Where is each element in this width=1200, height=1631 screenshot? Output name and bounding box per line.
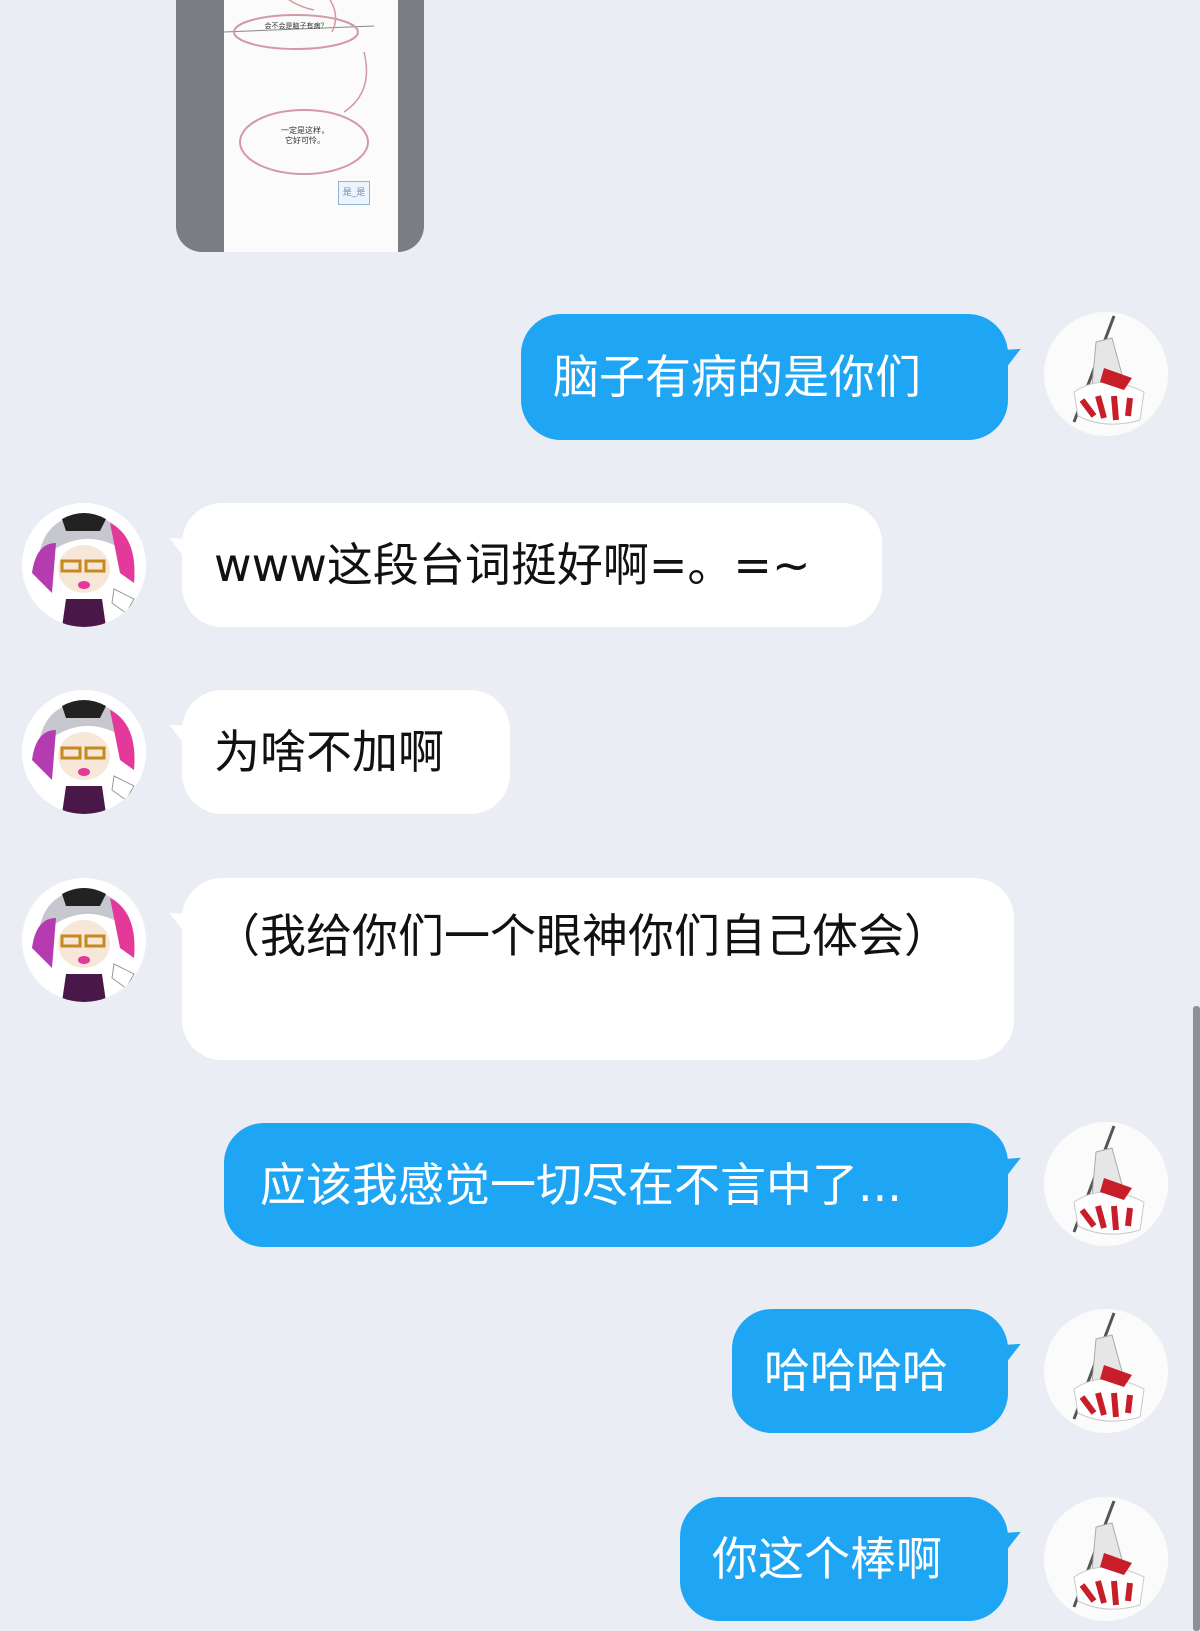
message-text: 为啥不加啊 [214,725,444,779]
self-avatar-icon [1044,1122,1168,1246]
peer-avatar[interactable] [22,690,146,814]
message-bubble-incoming[interactable]: 为啥不加啊 [182,690,510,814]
message-bubble-outgoing[interactable]: 脑子有病的是你们 [521,314,1008,440]
shared-image-answer-line2: 它好可怜。 [285,136,325,145]
message-bubble-incoming[interactable]: （我给你们一个眼神你们自己体会） [182,878,1014,1060]
shared-image-button: 是_是 [338,181,370,205]
message-text: 哈哈哈哈 [764,1344,948,1398]
message-text: （我给你们一个眼神你们自己体会） [214,909,950,963]
shared-image-page: 会不会是脑子有病？ 一定是这样， 它好可怜。 是_是 [224,0,398,252]
message-text: 应该我感觉一切尽在不言中了... [260,1158,902,1212]
shared-image-answer-line1: 一定是这样， [281,126,329,135]
self-avatar[interactable] [1044,1122,1168,1246]
scrollbar[interactable] [1193,1006,1200,1631]
message-text: www这段台词挺好啊=。=~ [214,538,811,592]
shared-image-question: 会不会是脑子有病？ [264,22,328,30]
peer-avatar-icon [22,503,146,627]
message-text: 你这个棒啊 [712,1532,942,1586]
message-bubble-outgoing[interactable]: 应该我感觉一切尽在不言中了... [224,1123,1008,1247]
self-avatar[interactable] [1044,1309,1168,1433]
peer-avatar-icon [22,690,146,814]
self-avatar-icon [1044,1497,1168,1621]
message-bubble-outgoing[interactable]: 哈哈哈哈 [732,1309,1008,1433]
self-avatar[interactable] [1044,312,1168,436]
peer-avatar-icon [22,878,146,1002]
message-bubble-outgoing[interactable]: 你这个棒啊 [680,1497,1008,1621]
self-avatar[interactable] [1044,1497,1168,1621]
shared-image-message[interactable]: 会不会是脑子有病？ 一定是这样， 它好可怜。 是_是 [176,0,424,252]
peer-avatar[interactable] [22,878,146,1002]
self-avatar-icon [1044,312,1168,436]
message-bubble-incoming[interactable]: www这段台词挺好啊=。=~ [182,503,882,627]
chat-message-list[interactable]: 会不会是脑子有病？ 一定是这样， 它好可怜。 是_是 脑子有病的是你们 www这… [0,0,1200,1631]
message-text: 脑子有病的是你们 [553,350,921,404]
self-avatar-icon [1044,1309,1168,1433]
peer-avatar[interactable] [22,503,146,627]
shared-image-answer: 一定是这样， 它好可怜。 [260,126,350,146]
